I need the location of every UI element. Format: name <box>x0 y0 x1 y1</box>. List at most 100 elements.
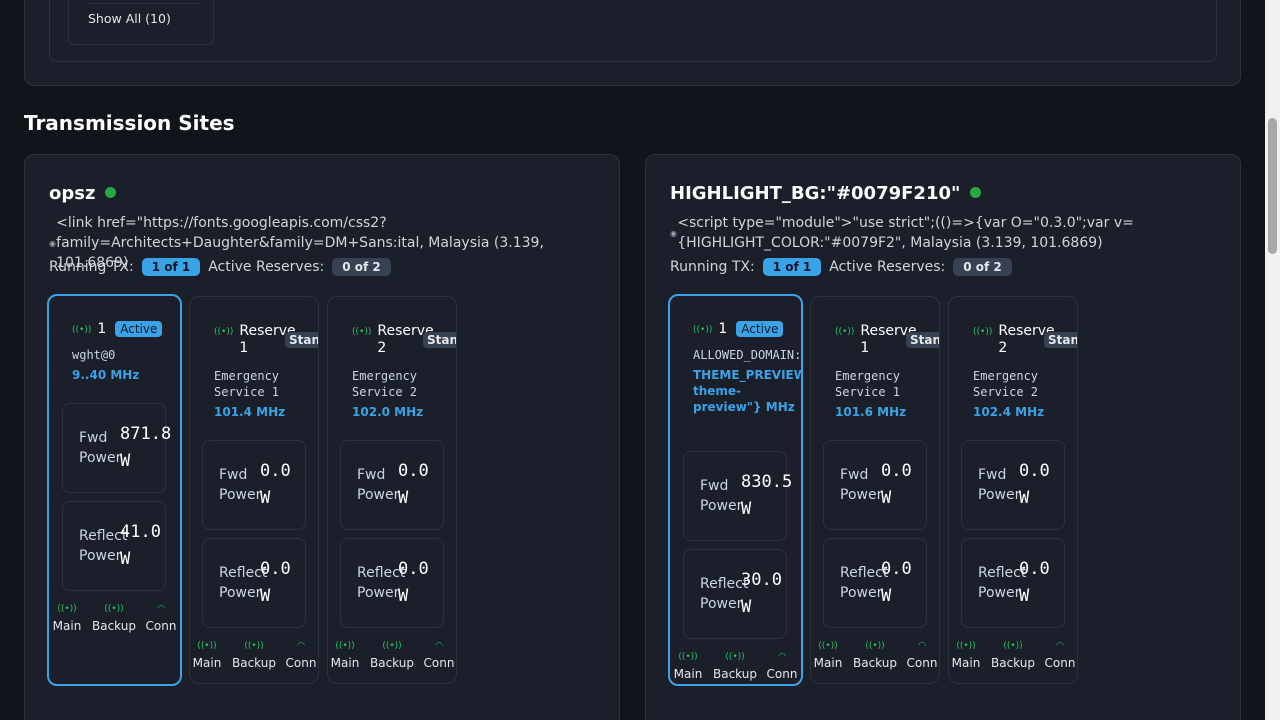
reflect-power-meter-value: 41.0 <box>120 522 161 542</box>
fwd-power-meter-unit: W <box>881 488 892 508</box>
status-indicators: ((•)) Main ((•)) Backup ◠ Conn <box>328 641 456 670</box>
speaker-icon: ((•)) <box>382 641 402 651</box>
running-tx-label: Running TX: <box>49 259 134 275</box>
wifi-icon: ◠ <box>918 641 926 651</box>
connection-indicator-label: Conn <box>906 656 938 670</box>
main-indicator-label: Main <box>951 656 981 670</box>
transmitter-header: ((•)) 1 Active <box>72 321 163 338</box>
wifi-icon: ◠ <box>778 652 786 662</box>
backup-indicator-label: Backup <box>92 619 136 633</box>
site-location: ◉ <script type="module">"use strict";(()=… <box>670 213 1210 253</box>
connection-indicator-label: Conn <box>1044 656 1076 670</box>
show-all-link[interactable]: Show All (10) <box>88 11 171 26</box>
reflect-power-meter: Reflect Power 30.0 W <box>683 549 787 639</box>
connection-indicator-label: Conn <box>766 667 798 681</box>
reflect-power-meter-value: 0.0 <box>398 559 429 579</box>
fwd-power-meter-value: 0.0 <box>1019 461 1050 481</box>
reflect-power-meter-value: 30.0 <box>741 570 782 590</box>
status-dot <box>105 187 117 198</box>
connection-indicator: ◠ Conn <box>138 604 180 633</box>
backup-indicator-label: Backup <box>713 667 757 681</box>
main-indicator-label: Main <box>673 667 703 681</box>
transmitter-name: 1 <box>97 321 107 337</box>
reflect-power-meter-unit: W <box>398 586 409 606</box>
fwd-power-meter: Fwd Power 0.0 W <box>961 440 1065 530</box>
standby-badge: Standby <box>423 332 456 348</box>
fwd-power-meter-value: 871.8 <box>120 424 172 444</box>
fwd-power-meter: Fwd Power 0.0 W <box>202 440 306 530</box>
transmitter-frequency: THEME_PREVIEW_ST theme-preview"} MHz <box>693 368 801 414</box>
speaker-icon: ((•)) <box>1003 641 1023 651</box>
running-tx-badge: 1 of 1 <box>762 258 822 276</box>
transmitter-frequency: 102.4 MHz <box>973 405 1045 419</box>
backup-indicator-label: Backup <box>232 656 276 670</box>
scrollbar-track[interactable] <box>1265 0 1280 720</box>
active-reserves-badge: 0 of 2 <box>332 258 391 276</box>
main-indicator: ((•)) Main <box>670 652 711 681</box>
signal-icon: ((•)) <box>72 325 92 335</box>
previous-panel-inner: Show All (10) <box>49 0 1217 62</box>
backup-indicator-label: Backup <box>991 656 1035 670</box>
site-location-text: <script type="module">"use strict";(()=>… <box>677 215 1134 251</box>
divider <box>87 3 199 4</box>
transmitter-description: Emergency Service 2 <box>352 369 418 399</box>
fwd-power-meter-value: 0.0 <box>881 461 912 481</box>
fwd-power-meter: Fwd Power 830.5 W <box>683 451 792 541</box>
section-title: Transmission Sites <box>24 111 235 135</box>
location-pin-icon: ◉ <box>49 238 56 248</box>
backup-indicator-label: Backup <box>370 656 414 670</box>
connection-indicator: ◠ Conn <box>759 652 801 681</box>
speaker-icon: ((•)) <box>335 641 355 651</box>
status-indicators: ((•)) Main ((•)) Backup ◠ Conn <box>949 641 1077 670</box>
speaker-icon: ((•)) <box>818 641 838 651</box>
transmitter-description: wght@0 <box>72 348 116 362</box>
backup-indicator: ((•)) Backup <box>990 641 1036 670</box>
transmitter-description: Emergency Service 2 <box>973 369 1039 399</box>
connection-indicator: ◠ Conn <box>278 641 318 670</box>
active-reserves-badge: 0 of 2 <box>953 258 1012 276</box>
transmitter-card-active[interactable]: ((•)) 1 Active wght@0 9..40 MHz Fwd Power 871.… <box>47 294 182 686</box>
standby-badge: Standby <box>285 332 318 348</box>
site-name: HIGHLIGHT_BG:"#0079F210" <box>670 183 982 204</box>
transmitter-header: ((•)) 1 Active <box>693 321 784 338</box>
transmitter-description: Emergency Service 1 <box>214 369 280 399</box>
transmitter-frequency: 102.0 MHz <box>352 405 424 419</box>
transmitter-card-active[interactable]: ((•)) 1 Active ALLOWED_DOMAIN:" THEME_PREVIE… <box>668 294 803 686</box>
main-indicator-label: Main <box>52 619 82 633</box>
transmitter-card-reserve[interactable]: ((•))Reserve 2StandbyEmergency Service 2… <box>327 296 457 684</box>
scrollbar-thumb[interactable] <box>1268 118 1277 254</box>
connection-indicator-label: Conn <box>285 656 317 670</box>
speaker-icon: ((•)) <box>197 641 217 651</box>
fwd-power-meter-value: 0.0 <box>260 461 291 481</box>
status-indicators: ((•)) Main ((•)) Backup ◠ Conn <box>811 641 939 670</box>
main-indicator: ((•)) Main <box>328 641 368 670</box>
reflect-power-meter: Reflect Power 41.0 W <box>62 501 166 591</box>
site-stats: Running TX: 1 of 1 Active Reserves: 0 of 2 <box>49 258 391 276</box>
site-card: HIGHLIGHT_BG:"#0079F210" ◉ <script type="m… <box>645 154 1241 720</box>
reflect-power-meter-unit: W <box>1019 586 1030 606</box>
main-indicator: ((•)) Main <box>811 641 851 670</box>
site-name-text: HIGHLIGHT_BG:"#0079F210" <box>670 183 961 204</box>
signal-icon: ((•)) <box>693 325 713 335</box>
backup-indicator: ((•)) Backup <box>712 652 758 681</box>
active-reserves-label: Active Reserves: <box>208 259 325 275</box>
site-name-text: opsz <box>49 183 96 204</box>
backup-indicator: ((•)) Backup <box>369 641 415 670</box>
speaker-icon: ((•)) <box>725 652 745 662</box>
previous-list-box: Show All (10) <box>68 0 214 45</box>
main-indicator-label: Main <box>813 656 843 670</box>
transmitter-card-reserve[interactable]: ((•))Reserve 1StandbyEmergency Service 1… <box>810 296 940 684</box>
fwd-power-meter-value: 830.5 <box>741 472 793 492</box>
connection-indicator-label: Conn <box>423 656 455 670</box>
wifi-icon: ◠ <box>157 604 165 614</box>
signal-icon: ((•)) <box>214 327 234 337</box>
running-tx-label: Running TX: <box>670 259 755 275</box>
main-indicator-label: Main <box>192 656 222 670</box>
wifi-icon: ◠ <box>1056 641 1064 651</box>
speaker-icon: ((•)) <box>865 641 885 651</box>
transmitter-card-reserve[interactable]: ((•))Reserve 1StandbyEmergency Service 1… <box>189 296 319 684</box>
reflect-power-meter-unit: W <box>741 597 752 617</box>
transmitter-card-reserve[interactable]: ((•))Reserve 2StandbyEmergency Service 2… <box>948 296 1078 684</box>
reflect-power-meter: Reflect Power 0.0 W <box>340 538 444 628</box>
transmitter-frequency: 101.6 MHz <box>835 405 907 419</box>
